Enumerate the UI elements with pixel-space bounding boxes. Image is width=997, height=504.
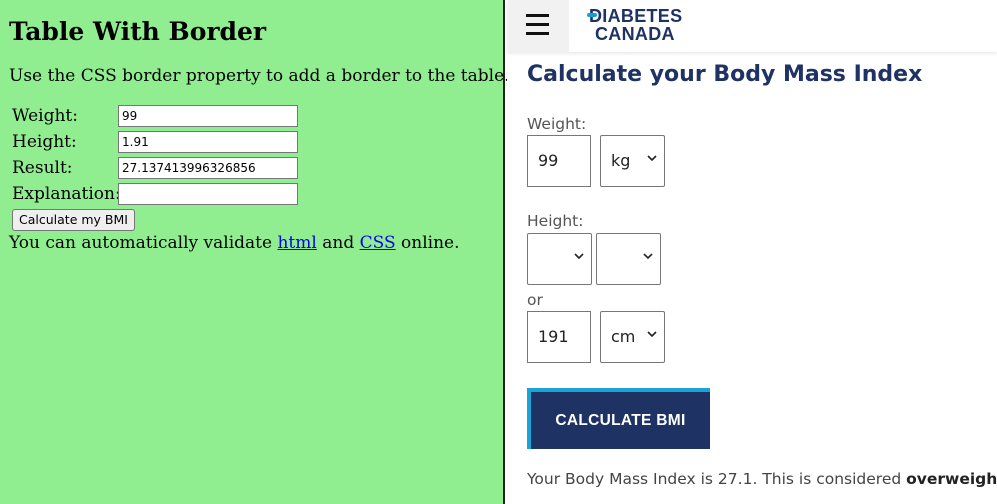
height-unit-value: cm (611, 327, 636, 346)
height-inches-select[interactable] (596, 233, 661, 285)
validate-suffix: online. (395, 233, 460, 253)
height-feet-select[interactable] (527, 233, 592, 285)
page-title: Table With Border (9, 17, 267, 46)
menu-button[interactable] (507, 0, 569, 52)
left-pane: Table With Border Use the CSS border pro… (0, 0, 510, 504)
result-category: overweight (906, 470, 997, 488)
height-field-label: Height: (527, 212, 584, 230)
height-label: Height: (12, 132, 77, 152)
html-link[interactable]: html (277, 233, 316, 253)
height-unit-select[interactable]: cm (600, 311, 665, 363)
right-pane: DIABETES CANADA Calculate your Body Mass… (507, 0, 997, 504)
validate-middle: and (316, 233, 360, 253)
chevron-down-icon (647, 155, 657, 162)
validate-line: You can automatically validate html and … (9, 232, 460, 254)
validate-prefix: You can automatically validate (9, 233, 278, 253)
diabetes-canada-logo[interactable]: DIABETES CANADA (587, 6, 709, 44)
logo-line-1: DIABETES (589, 6, 683, 26)
bmi-result-text: Your Body Mass Index is 27.1. This is co… (527, 469, 997, 489)
explanation-label: Explanation: (12, 184, 121, 204)
chevron-down-icon (647, 331, 657, 338)
site-header: DIABETES CANADA (507, 0, 997, 52)
css-link[interactable]: CSS (360, 233, 396, 253)
logo-line-2: CANADA (595, 24, 675, 44)
calculate-bmi-submit-button[interactable]: CALCULATE BMI (527, 388, 710, 449)
weight-field-label: Weight: (527, 115, 587, 133)
explanation-input[interactable] (118, 183, 298, 205)
result-prefix: Your Body Mass Index is 27.1. This is co… (527, 470, 907, 488)
result-label: Result: (12, 158, 73, 178)
bmi-calculator-title: Calculate your Body Mass Index (527, 62, 923, 87)
weight-unit-value: kg (611, 151, 631, 170)
weight-number-field[interactable]: 99 (527, 135, 591, 187)
or-label: or (527, 291, 543, 309)
chevron-down-icon (643, 253, 653, 260)
logo-mark (587, 13, 597, 17)
calculate-bmi-button[interactable]: Calculate my BMI (12, 209, 135, 231)
chevron-down-icon (574, 253, 584, 260)
weight-label: Weight: (12, 106, 78, 126)
height-input[interactable] (118, 131, 298, 153)
weight-input[interactable] (118, 105, 298, 127)
weight-unit-select[interactable]: kg (600, 135, 665, 187)
height-number-field[interactable]: 191 (527, 311, 591, 363)
hamburger-menu-icon (526, 14, 549, 35)
page-description: Use the CSS border property to add a bor… (9, 66, 510, 86)
result-input[interactable] (118, 157, 298, 179)
